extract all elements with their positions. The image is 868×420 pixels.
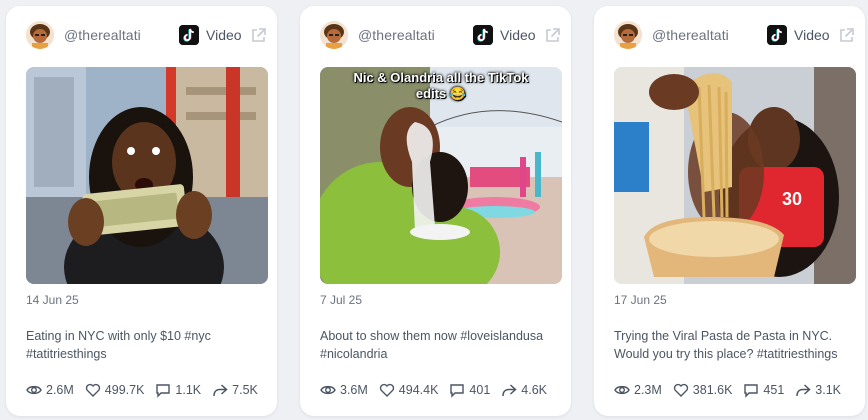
heart-icon [673, 383, 688, 397]
content-type-label: Video [794, 27, 830, 43]
shares-count: 3.1K [815, 383, 841, 397]
external-link-icon[interactable] [250, 27, 267, 44]
video-thumbnail[interactable]: Nic & Olandria all the TikTok edits 😂 [320, 67, 562, 284]
post-card[interactable]: @therealtati Video [594, 6, 865, 416]
external-link-icon[interactable] [544, 27, 561, 44]
tiktok-logo-icon [767, 25, 787, 45]
post-grid: @therealtati Video 14 Jun 25 Eating in N… [0, 0, 868, 420]
shares-stat: 4.6K [501, 382, 547, 398]
share-icon [213, 384, 228, 397]
thumbnail-caption: Nic & Olandria all the TikTok edits 😂 [353, 70, 529, 101]
likes-count: 499.7K [104, 383, 145, 397]
post-date: 17 Jun 25 [614, 293, 667, 307]
shares-stat: 3.1K [795, 382, 841, 398]
video-thumbnail[interactable] [26, 67, 268, 284]
views-count: 2.3M [634, 383, 662, 397]
heart-icon [85, 383, 100, 397]
external-link-icon[interactable] [838, 27, 855, 44]
shares-stat: 7.5K [212, 382, 258, 398]
likes-stat: 381.6K [673, 382, 733, 398]
eye-icon [320, 385, 336, 395]
likes-stat: 494.4K [379, 382, 439, 398]
comment-icon [156, 384, 171, 398]
post-date: 7 Jul 25 [320, 293, 363, 307]
post-stats: 2.6M 499.7K 1.1K 7.5K [26, 381, 269, 399]
comments-count: 451 [763, 383, 785, 397]
avatar[interactable] [614, 21, 642, 49]
views-count: 2.6M [46, 383, 74, 397]
post-card[interactable]: @therealtati Video [300, 6, 571, 416]
username[interactable]: @therealtati [64, 27, 141, 43]
post-stats: 2.3M 381.6K 451 3.1K [614, 381, 852, 399]
shares-count: 4.6K [521, 383, 547, 397]
comments-stat: 1.1K [155, 382, 201, 398]
comments-stat: 401 [449, 382, 490, 398]
post-description: About to show them now #loveislandusa #n… [320, 329, 544, 361]
likes-count: 381.6K [692, 383, 733, 397]
content-type-label: Video [500, 27, 536, 43]
card-header: @therealtati Video [6, 6, 277, 66]
shares-count: 7.5K [232, 383, 258, 397]
post-card[interactable]: @therealtati Video [6, 6, 277, 416]
share-icon [502, 384, 517, 397]
post-description: Eating in NYC with only $10 #nyc #tatitr… [26, 329, 211, 361]
eye-icon [614, 385, 630, 395]
username[interactable]: @therealtati [358, 27, 435, 43]
views-stat: 2.6M [26, 382, 74, 398]
svg-text:30: 30 [782, 189, 802, 209]
comment-icon [450, 384, 465, 398]
views-stat: 2.3M [614, 382, 662, 398]
eye-icon [26, 385, 42, 395]
card-header: @therealtati Video [594, 6, 865, 66]
likes-count: 494.4K [398, 383, 439, 397]
heart-icon [379, 383, 394, 397]
comment-icon [744, 384, 759, 398]
views-count: 3.6M [340, 383, 368, 397]
card-header: @therealtati Video [300, 6, 571, 66]
video-thumbnail[interactable]: 30 [614, 67, 856, 284]
post-description: Trying the Viral Pasta de Pasta in NYC. … [614, 329, 838, 361]
avatar[interactable] [26, 21, 54, 49]
tiktok-logo-icon [179, 25, 199, 45]
likes-stat: 499.7K [85, 382, 145, 398]
avatar[interactable] [320, 21, 348, 49]
post-date: 14 Jun 25 [26, 293, 79, 307]
views-stat: 3.6M [320, 382, 368, 398]
comments-count: 1.1K [175, 383, 202, 397]
comments-count: 401 [469, 383, 491, 397]
content-type-label: Video [206, 27, 242, 43]
post-stats: 3.6M 494.4K 401 4.6K [320, 381, 558, 399]
username[interactable]: @therealtati [652, 27, 729, 43]
share-icon [796, 384, 811, 397]
tiktok-logo-icon [473, 25, 493, 45]
comments-stat: 451 [743, 382, 784, 398]
